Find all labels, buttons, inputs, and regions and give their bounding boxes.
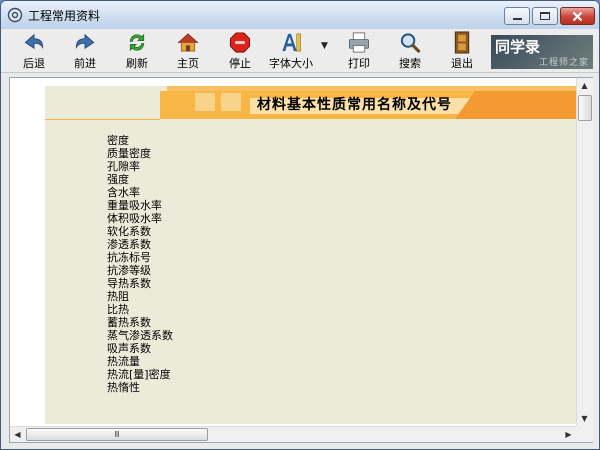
term-item[interactable]: 密度 xyxy=(107,134,173,147)
exit-door-icon xyxy=(454,31,470,54)
term-item[interactable]: 抗渗等级 xyxy=(107,264,173,277)
font-size-label: 字体大小 xyxy=(269,57,313,70)
refresh-icon xyxy=(129,33,145,52)
horizontal-scroll-thumb[interactable]: Ⅲ xyxy=(26,428,208,441)
stop-icon xyxy=(229,32,251,53)
vertical-scrollbar[interactable]: ▲ ▼ xyxy=(576,78,593,426)
brand-subtitle: 工程师之家 xyxy=(538,58,589,68)
term-item[interactable]: 热惰性 xyxy=(107,381,173,394)
title-bar[interactable]: 工程常用资料 xyxy=(1,1,599,29)
term-item[interactable]: 重量吸水率 xyxy=(107,199,173,212)
home-button[interactable]: 主页 xyxy=(173,31,203,71)
back-label: 后退 xyxy=(23,57,45,70)
exit-button[interactable]: 退出 xyxy=(447,31,477,71)
close-icon xyxy=(572,11,583,21)
term-item[interactable]: 热阻 xyxy=(107,290,173,303)
term-item[interactable]: 质量密度 xyxy=(107,147,173,160)
magnifier-icon xyxy=(400,33,421,53)
term-item[interactable]: 强度 xyxy=(107,173,173,186)
term-item[interactable]: 体积吸水率 xyxy=(107,212,173,225)
stop-label: 停止 xyxy=(229,57,251,70)
print-label: 打印 xyxy=(348,57,370,70)
term-item[interactable]: 抗冻标号 xyxy=(107,251,173,264)
term-item[interactable]: 蓄热系数 xyxy=(107,316,173,329)
scroll-down-arrow[interactable]: ▼ xyxy=(577,411,592,426)
font-size-button[interactable]: 字体大小 xyxy=(266,31,316,71)
term-item[interactable]: 吸声系数 xyxy=(107,342,173,355)
maximize-button[interactable] xyxy=(532,7,558,25)
scroll-left-arrow[interactable]: ◀ xyxy=(10,427,25,442)
scroll-grip-icon: Ⅲ xyxy=(114,430,120,439)
maximize-icon xyxy=(540,12,550,20)
forward-button[interactable]: 前进 xyxy=(70,31,100,71)
exit-label: 退出 xyxy=(451,57,473,70)
header-rule xyxy=(45,119,160,120)
scroll-right-arrow[interactable]: ▶ xyxy=(561,427,576,442)
refresh-button[interactable]: 刷新 xyxy=(122,31,152,71)
stop-button[interactable]: 停止 xyxy=(225,31,255,71)
printer-icon xyxy=(349,32,369,53)
back-button[interactable]: 后退 xyxy=(19,31,49,71)
vertical-scroll-thumb[interactable] xyxy=(578,95,592,121)
back-arrow-icon xyxy=(24,33,44,50)
brand-title: 同学录 xyxy=(495,38,541,56)
app-icon xyxy=(7,7,23,23)
home-icon xyxy=(177,33,199,52)
term-item[interactable]: 软化系数 xyxy=(107,225,173,238)
window-title: 工程常用资料 xyxy=(28,9,101,23)
forward-arrow-icon xyxy=(75,33,95,50)
search-button[interactable]: 搜索 xyxy=(395,31,425,71)
refresh-label: 刷新 xyxy=(126,57,148,70)
page-title: 材料基本性质常用名称及代号 xyxy=(257,97,452,113)
term-item[interactable]: 比热 xyxy=(107,303,173,316)
scrollbar-corner xyxy=(576,426,593,442)
document-page: 材料基本性质常用名称及代号 密度 质量密度 孔隙率 强度 含水率 重量吸水率 体… xyxy=(45,86,577,424)
print-button[interactable]: 打印 xyxy=(344,31,374,71)
home-label: 主页 xyxy=(177,57,199,70)
app-window: 工程常用资料 后退 前进 刷新 主页 停止 字体大小 ▼ 打印 搜索 退出 同学… xyxy=(0,0,600,450)
term-item[interactable]: 导热系数 xyxy=(107,277,173,290)
term-item[interactable]: 热流量 xyxy=(107,355,173,368)
brand-logo[interactable]: 同学录 工程师之家 xyxy=(491,35,593,69)
term-item[interactable]: 热流[量]密度 xyxy=(107,368,173,381)
close-button[interactable] xyxy=(560,7,595,25)
font-size-dropdown-arrow[interactable]: ▼ xyxy=(321,41,328,51)
toolbar: 后退 前进 刷新 主页 停止 字体大小 ▼ 打印 搜索 退出 同学录 工程师之家 xyxy=(1,29,599,73)
term-item[interactable]: 蒸气渗透系数 xyxy=(107,329,173,342)
content-viewport[interactable]: 材料基本性质常用名称及代号 密度 质量密度 孔隙率 强度 含水率 重量吸水率 体… xyxy=(9,77,593,443)
minimize-button[interactable] xyxy=(504,7,530,25)
horizontal-scrollbar[interactable]: ◀ Ⅲ ▶ xyxy=(10,426,576,442)
scroll-up-arrow[interactable]: ▲ xyxy=(577,78,592,93)
search-label: 搜索 xyxy=(399,57,421,70)
term-item[interactable]: 含水率 xyxy=(107,186,173,199)
term-list: 密度 质量密度 孔隙率 强度 含水率 重量吸水率 体积吸水率 软化系数 渗透系数… xyxy=(107,134,173,394)
forward-label: 前进 xyxy=(74,57,96,70)
font-size-icon xyxy=(282,33,301,52)
term-item[interactable]: 孔隙率 xyxy=(107,160,173,173)
term-item[interactable]: 渗透系数 xyxy=(107,238,173,251)
minimize-icon xyxy=(512,18,522,20)
